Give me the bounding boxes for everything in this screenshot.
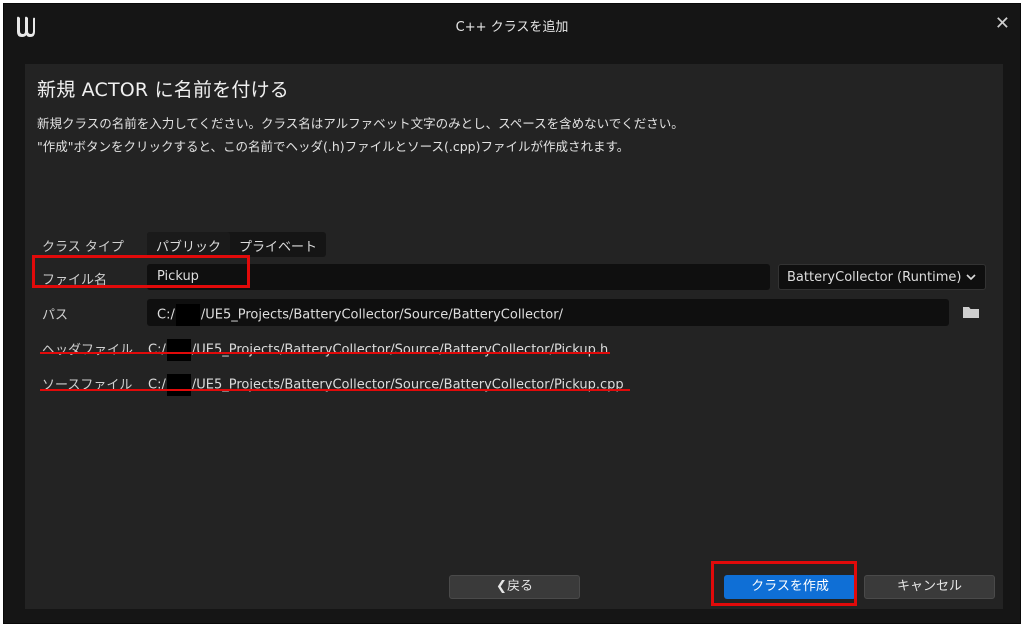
class-type-private[interactable]: プライベート	[230, 232, 326, 257]
class-type-label: クラス タイプ	[42, 240, 124, 255]
title-bar: C++ クラスを追加 ✕	[4, 4, 1020, 46]
header-file-label: ヘッダファイル	[42, 343, 134, 358]
folder-icon[interactable]	[962, 305, 980, 319]
annotation-box-create-button	[711, 561, 857, 606]
path-input[interactable]: C:/ /UE5_Projects/BatteryCollector/Source…	[147, 299, 949, 326]
chevron-down-icon	[966, 270, 977, 285]
path-suffix: /UE5_Projects/BatteryCollector/Source/Ba…	[200, 307, 563, 323]
source-file-path: C://UE5_Projects/BatteryCollector/Source…	[148, 374, 624, 396]
header-path-prefix: C:/	[148, 342, 166, 358]
annotation-underline-source	[40, 389, 630, 391]
page-title: 新規 ACTOR に名前を付ける	[37, 79, 289, 101]
window-title: C++ クラスを追加	[455, 20, 569, 35]
back-button[interactable]: ❮戻る	[449, 575, 580, 599]
header-file-path: C:/ /UE5_Projects/BatteryCollector/Source…	[148, 339, 608, 361]
redaction-block	[175, 304, 200, 326]
annotation-box-file-name	[32, 255, 250, 288]
description-line-1: 新規クラスの名前を入力してください。クラス名はアルファベット文字のみとし、スペー…	[37, 116, 684, 131]
dialog-panel: 新規 ACTOR に名前を付ける 新規クラスの名前を入力してください。クラス名は…	[25, 64, 1003, 609]
class-type-toggle: パブリック プライベート	[147, 232, 327, 257]
module-dropdown-label: BatteryCollector (Runtime)	[787, 270, 962, 285]
redaction-block	[166, 374, 191, 396]
header-path-suffix: /UE5_Projects/BatteryCollector/Source/Ba…	[191, 342, 609, 358]
class-type-public[interactable]: パブリック	[147, 232, 231, 257]
redaction-block	[166, 339, 191, 361]
back-button-label: 戻る	[506, 579, 533, 594]
description-line-2: "作成"ボタンをクリックすると、この名前でヘッダ(.h)ファイルとソース(.cp…	[37, 139, 630, 154]
cancel-button[interactable]: キャンセル	[864, 575, 995, 599]
chevron-left-icon: ❮	[496, 579, 507, 594]
close-icon[interactable]: ✕	[995, 13, 1010, 34]
path-label: パス	[42, 308, 69, 323]
add-cpp-class-window: C++ クラスを追加 ✕ 新規 ACTOR に名前を付ける 新規クラスの名前を入…	[3, 3, 1021, 624]
annotation-underline-header	[40, 352, 610, 354]
module-dropdown[interactable]: BatteryCollector (Runtime)	[778, 264, 986, 290]
path-prefix: C:/	[157, 307, 175, 323]
